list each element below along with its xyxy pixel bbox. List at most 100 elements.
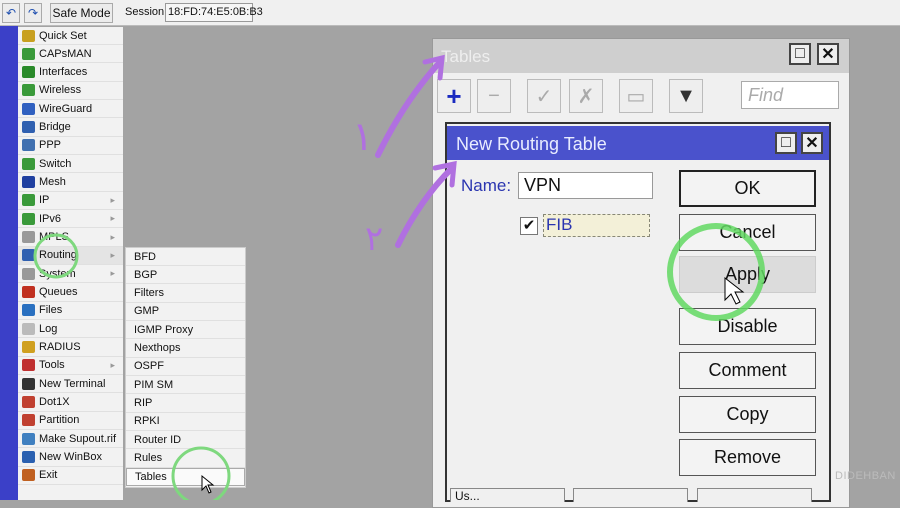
maximize-icon[interactable]: □: [775, 132, 797, 154]
sidebar-item-interfaces[interactable]: Interfaces: [18, 64, 123, 82]
copy-button[interactable]: Copy: [679, 396, 816, 433]
submenu-item-bfd[interactable]: BFD: [126, 248, 245, 266]
sidebar-item-dot1x[interactable]: Dot1X: [18, 394, 123, 412]
comment-icon[interactable]: ▭: [619, 79, 653, 113]
menu-icon: [22, 66, 35, 79]
sidebar-item-bridge[interactable]: Bridge: [18, 119, 123, 137]
submenu-item-rules[interactable]: Rules: [126, 450, 245, 468]
submenu-arrow-icon: ▸: [110, 268, 115, 279]
submenu-item-rpki[interactable]: RPKI: [126, 413, 245, 431]
sidebar-item-routing[interactable]: Routing ▸: [18, 246, 123, 265]
sidebar-item-capsman[interactable]: CAPsMAN: [18, 45, 123, 64]
submenu-item-pim-sm[interactable]: PIM SM: [126, 376, 245, 395]
sidebar-item-label: Exit: [39, 469, 58, 482]
menu-icon: [22, 194, 35, 207]
submenu-item-bgp[interactable]: BGP: [126, 266, 245, 285]
menu-icon: [22, 286, 35, 299]
close-icon[interactable]: ✕: [801, 132, 823, 154]
menu-icon: [22, 231, 35, 244]
sidebar-item-partition[interactable]: Partition: [18, 412, 123, 430]
submenu-item-tables[interactable]: Tables: [126, 467, 245, 486]
session-value: 18:FD:74:E5:0B:B3: [165, 3, 263, 22]
sidebar-item-new-winbox[interactable]: New WinBox: [18, 449, 123, 467]
sidebar-item-exit[interactable]: Exit: [18, 467, 123, 485]
safe-mode-button[interactable]: Safe Mode: [50, 3, 113, 23]
submenu-item-filters[interactable]: Filters: [126, 285, 245, 303]
sidebar-item-mpls[interactable]: MPLS ▸: [18, 229, 123, 247]
sidebar-item-label: Dot1X: [39, 396, 70, 409]
redo-icon[interactable]: ↷: [24, 3, 42, 23]
menu-icon: [22, 304, 35, 317]
add-icon[interactable]: +: [437, 79, 471, 113]
disable-button[interactable]: Disable: [679, 308, 816, 345]
sidebar-item-files[interactable]: Files: [18, 302, 123, 320]
sidebar-item-ppp[interactable]: PPP: [18, 137, 123, 155]
find-input[interactable]: Find: [741, 81, 839, 109]
dialog-title-bar[interactable]: New Routing Table □ ✕: [447, 126, 829, 160]
comment-button[interactable]: Comment: [679, 352, 816, 389]
fib-checkbox[interactable]: ✔: [520, 217, 538, 235]
sidebar-item-system[interactable]: System ▸: [18, 265, 123, 284]
submenu-arrow-icon: ▸: [110, 213, 115, 224]
menu-icon: [22, 341, 35, 354]
sidebar-item-switch[interactable]: Switch: [18, 155, 123, 174]
sidebar-item-ipv6[interactable]: IPv6 ▸: [18, 210, 123, 229]
apply-button[interactable]: Apply: [679, 256, 816, 293]
sidebar-item-label: Files: [39, 304, 63, 317]
sidebar-item-label: IPv6: [39, 212, 62, 225]
sidebar-item-label: Queues: [39, 286, 78, 299]
ok-button[interactable]: OK: [679, 170, 816, 207]
menu-icon: [22, 414, 35, 427]
menu-icon: [22, 176, 35, 189]
routing-submenu: BFD BGP Filters GMP IGMP Proxy Nexthops OSPF PI…: [125, 247, 246, 488]
close-icon[interactable]: ✕: [817, 43, 839, 65]
menu-icon: [22, 157, 35, 170]
submenu-item-ospf[interactable]: OSPF: [126, 358, 245, 376]
remove-button[interactable]: Remove: [679, 439, 816, 476]
menu-icon: [22, 84, 35, 97]
remove-icon[interactable]: −: [477, 79, 511, 113]
sidebar-item-log[interactable]: Log: [18, 320, 123, 339]
submenu-item-rip[interactable]: RIP: [126, 395, 245, 413]
filter-icon[interactable]: ▼: [669, 79, 703, 113]
sidebar-item-make-supout-rif[interactable]: Make Supout.rif: [18, 430, 123, 449]
sidebar-item-quick-set[interactable]: Quick Set: [18, 27, 123, 45]
undo-icon[interactable]: ↶: [2, 3, 20, 23]
maximize-icon[interactable]: □: [789, 43, 811, 65]
sidebar-item-wireguard[interactable]: WireGuard: [18, 100, 123, 119]
menu-icon: [22, 29, 35, 42]
sidebar-item-tools[interactable]: Tools ▸: [18, 357, 123, 375]
sidebar-item-label: Partition: [39, 414, 80, 427]
submenu-item-igmp-proxy[interactable]: IGMP Proxy: [126, 321, 245, 340]
submenu-arrow-icon: ▸: [110, 359, 115, 370]
menu-icon: [22, 139, 35, 152]
tables-title: Tables: [441, 47, 491, 66]
new-routing-table-dialog: New Routing Table □ ✕ Name: VPN ✔ FIB OK…: [445, 122, 831, 502]
submenu-item-router-id[interactable]: Router ID: [126, 431, 245, 450]
sidebar-item-label: Make Supout.rif: [39, 432, 117, 445]
sidebar-item-label: Bridge: [39, 121, 71, 134]
submenu-arrow-icon: ▸: [110, 194, 115, 205]
session-label: Session:: [125, 6, 168, 18]
name-input[interactable]: VPN: [518, 172, 653, 199]
menu-icon: [22, 396, 35, 409]
submenu-arrow-icon: ▸: [110, 249, 115, 260]
fib-label[interactable]: FIB: [543, 214, 650, 237]
tables-title-bar[interactable]: Tables □ ✕: [433, 39, 849, 73]
sidebar-item-wireless[interactable]: Wireless: [18, 82, 123, 100]
step-2-label: ۲: [365, 219, 383, 259]
cancel-button[interactable]: Cancel: [679, 214, 816, 251]
sidebar-item-ip[interactable]: IP ▸: [18, 192, 123, 210]
step-1-label: ۱: [352, 114, 373, 160]
disable-icon[interactable]: ✗: [569, 79, 603, 113]
sidebar-item-label: System: [39, 267, 76, 280]
menu-icon: [22, 249, 35, 262]
enable-icon[interactable]: ✓: [527, 79, 561, 113]
sidebar-item-new-terminal[interactable]: New Terminal: [18, 375, 123, 394]
sidebar-item-radius[interactable]: RADIUS: [18, 339, 123, 357]
sidebar-strip: [0, 26, 18, 500]
submenu-item-nexthops[interactable]: Nexthops: [126, 340, 245, 358]
sidebar-item-queues[interactable]: Queues: [18, 284, 123, 302]
submenu-item-gmp[interactable]: GMP: [126, 303, 245, 321]
sidebar-item-mesh[interactable]: Mesh: [18, 174, 123, 192]
